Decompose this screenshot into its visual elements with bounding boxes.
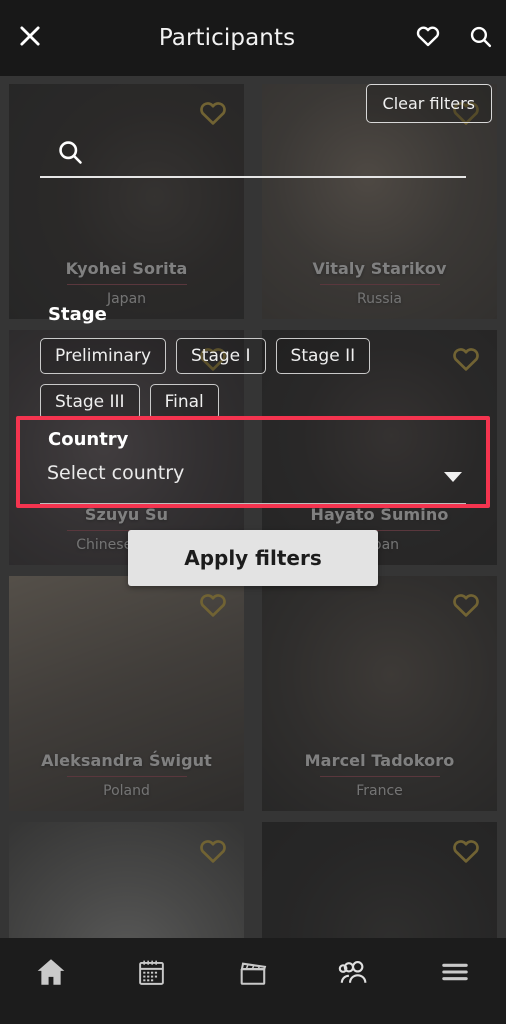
- search-button[interactable]: [454, 0, 506, 76]
- home-icon: [34, 955, 68, 993]
- close-button[interactable]: [0, 0, 60, 76]
- participants-filter-screen: Kyohei SoritaJapanVitaly StarikovRussiaS…: [0, 0, 506, 1024]
- people-icon: [337, 955, 371, 993]
- participant-search-row: [40, 130, 466, 178]
- country-underline: [40, 503, 466, 504]
- stage-chip[interactable]: Final: [149, 384, 219, 420]
- clear-filters-button[interactable]: Clear filters: [365, 84, 492, 123]
- clapperboard-icon: [237, 956, 270, 993]
- stage-chip[interactable]: Preliminary: [40, 338, 166, 374]
- search-magnifier-icon: [468, 24, 493, 53]
- country-select[interactable]: Select country: [40, 462, 466, 504]
- country-select-value: Select country: [47, 462, 185, 484]
- stage-chip[interactable]: Stage II: [275, 338, 371, 374]
- nav-participants[interactable]: [304, 938, 405, 1024]
- app-header: Participants: [0, 0, 506, 76]
- hamburger-menu-icon: [439, 956, 471, 992]
- search-underline: [40, 176, 466, 178]
- participant-search-input[interactable]: [40, 130, 466, 176]
- apply-filters-button[interactable]: Apply filters: [128, 530, 378, 586]
- nav-home[interactable]: [0, 938, 101, 1024]
- bottom-navigation: [0, 938, 506, 1024]
- nav-calendar[interactable]: [101, 938, 202, 1024]
- stage-chip[interactable]: Stage I: [176, 338, 266, 374]
- favorites-button[interactable]: [402, 0, 454, 76]
- chevron-down-icon: [444, 472, 462, 482]
- stage-chip-group[interactable]: Preliminary Stage I Stage II Stage III Final: [40, 338, 470, 420]
- page-title: Participants: [158, 25, 296, 51]
- calendar-icon: [136, 957, 167, 992]
- country-filter-label: Country: [48, 429, 129, 450]
- heart-outline-icon: [415, 23, 441, 53]
- stage-filter-label: Stage: [48, 304, 107, 325]
- stage-chip[interactable]: Stage III: [40, 384, 140, 420]
- nav-media[interactable]: [202, 938, 303, 1024]
- close-x-icon: [16, 22, 44, 54]
- nav-menu[interactable]: [405, 938, 506, 1024]
